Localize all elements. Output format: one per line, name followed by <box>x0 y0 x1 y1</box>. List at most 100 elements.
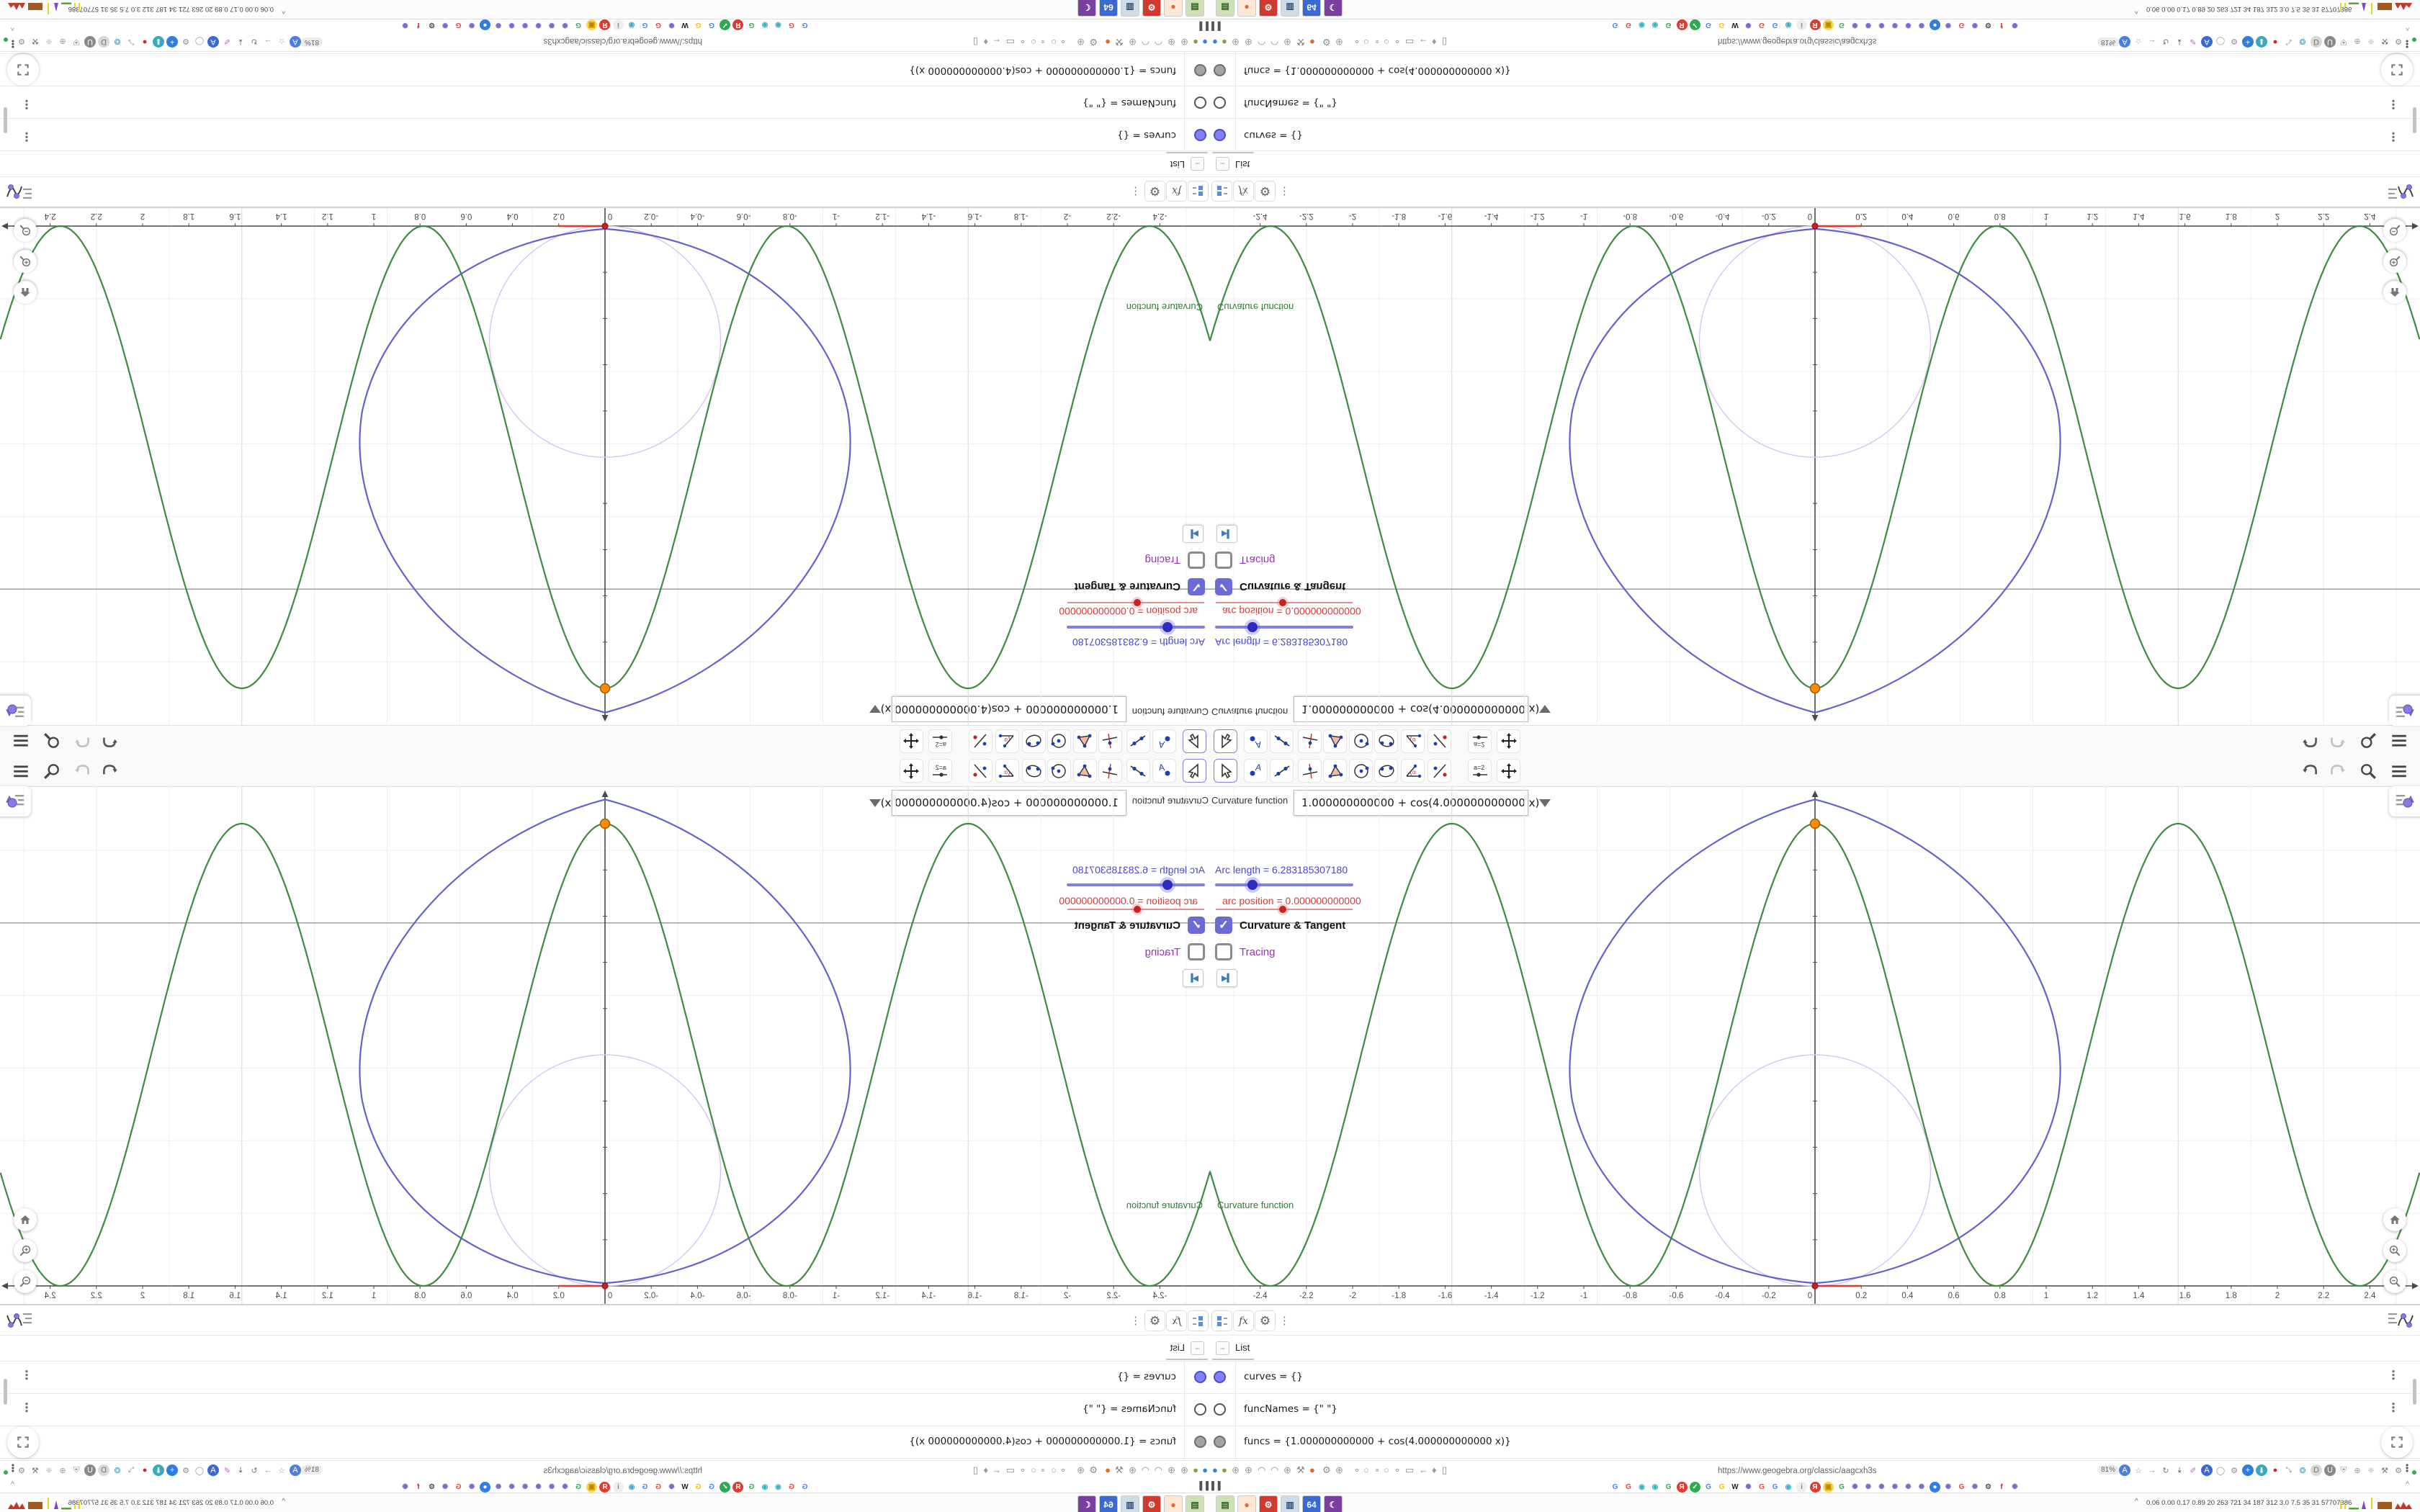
bookmark-favicon[interactable]: Я <box>1809 1482 1821 1493</box>
zoom-out-button[interactable] <box>2383 1270 2406 1293</box>
browser-extension-icon[interactable]: ● <box>139 36 151 48</box>
taskbar-app-icon[interactable]: ☾ <box>1077 0 1096 17</box>
browser-extension-icon[interactable]: ❈ <box>43 36 55 48</box>
toolbar-extension-icon[interactable]: ⊕ <box>1077 1464 1085 1476</box>
tree-view-button[interactable] <box>1188 1310 1209 1331</box>
bookmark-favicon[interactable]: W <box>1730 1482 1741 1493</box>
page-zoom-badge[interactable]: 81% <box>300 1465 323 1475</box>
browser-extension-icon[interactable]: ⚙ <box>2393 36 2404 48</box>
redo-button[interactable] <box>2328 732 2347 750</box>
tree-view-button[interactable] <box>1211 1310 1232 1331</box>
taskbar-app-icon[interactable]: ☾ <box>1077 1495 1096 1512</box>
browser-extension-icon[interactable]: ⤓ <box>2174 1464 2185 1476</box>
undo-button[interactable] <box>100 732 119 750</box>
bookmark-favicon[interactable]: ✺ <box>547 19 557 30</box>
bookmark-favicon[interactable]: ● <box>480 19 490 30</box>
bookmark-favicon[interactable]: ✺ <box>533 1482 544 1493</box>
bookmark-favicon[interactable]: G <box>453 1482 464 1493</box>
toolbar-extension-icon[interactable]: ← <box>992 1464 1001 1475</box>
tool-line-button[interactable] <box>1126 759 1150 783</box>
collapse-list-button[interactable]: − <box>1216 157 1229 171</box>
tool-polygon-button[interactable] <box>1323 759 1347 783</box>
visibility-toggle-1[interactable] <box>1194 129 1206 141</box>
bookmark-favicon[interactable]: G <box>1757 1482 1767 1493</box>
visibility-toggle-2[interactable] <box>1214 96 1226 109</box>
browser-extension-icon[interactable]: A <box>290 1464 301 1476</box>
browser-extension-icon[interactable]: ● <box>139 1464 151 1476</box>
browser-extension-icon[interactable]: ↻ <box>2160 1464 2172 1476</box>
taskbar-app-icon[interactable]: ▥ <box>1281 1495 1299 1512</box>
tool-ellipse-button[interactable] <box>1022 729 1046 753</box>
bookmark-favicon[interactable]: G <box>1623 1482 1634 1493</box>
row-kebab-menu[interactable]: • • • <box>2390 1399 2397 1416</box>
browser-extension-icon[interactable]: A <box>207 36 219 48</box>
tool-ellipse-button[interactable] <box>1374 729 1398 753</box>
bookmark-favicon[interactable]: Я <box>1676 1482 1688 1493</box>
toolbar-extension-icon[interactable]: ⊕ <box>1180 36 1188 48</box>
toolbar-extension-icon[interactable]: ◠ <box>1155 1464 1162 1476</box>
bookmark-favicon[interactable]: G <box>799 1482 810 1493</box>
taskbar-app-icon[interactable]: ▥ <box>1121 1495 1139 1512</box>
bookmark-favicon[interactable]: Я <box>599 1482 611 1493</box>
algebra-row-text[interactable]: curves = {} <box>1117 1371 1176 1382</box>
algebra-row-text[interactable]: funcNames = {" "} <box>1083 1403 1176 1415</box>
fullscreen-button[interactable] <box>7 54 39 86</box>
browser-extension-icon[interactable]: U <box>2324 36 2336 48</box>
taskbar-app-icon[interactable]: 64 <box>1099 0 1118 17</box>
browser-extension-icon[interactable]: ⛨ <box>71 36 82 48</box>
toolbar-extension-icon[interactable]: ∘ <box>1394 1464 1400 1476</box>
bookmark-favicon[interactable]: ✺ <box>560 1482 570 1493</box>
bookmark-favicon[interactable]: Я <box>1676 19 1688 30</box>
url-text[interactable]: https://www.geogebra.org/classic/aagcxh3… <box>1718 1467 1877 1475</box>
tool-perpendicular-line-button[interactable] <box>1298 759 1322 783</box>
algebra-scrollbar[interactable] <box>2413 1379 2416 1405</box>
toolbar-extension-icon[interactable]: ∘ <box>1374 36 1380 48</box>
browser-extension-icon[interactable]: ↻ <box>2160 36 2172 48</box>
bookmark-favicon[interactable]: G <box>1610 1482 1621 1493</box>
page-zoom-badge[interactable]: 81% <box>2097 1465 2120 1475</box>
toolbar-extension-icon[interactable]: ○ <box>1384 1464 1389 1475</box>
fx-button[interactable]: fx <box>1166 1310 1187 1331</box>
taskbar-app-icon[interactable]: ● <box>1164 1495 1183 1512</box>
toolbar-extension-icon[interactable]: ⊕ <box>1129 36 1137 48</box>
algebra-row-text[interactable]: funcNames = {" "} <box>1244 1403 1337 1415</box>
arc-length-slider[interactable] <box>1215 626 1353 629</box>
bookmarks-overflow-chevron[interactable]: ^ <box>11 1480 14 1489</box>
toolbar-extension-icon[interactable]: ○ <box>1363 1464 1369 1475</box>
browser-extension-icon[interactable]: A <box>2201 1464 2213 1476</box>
browser-extension-icon[interactable]: ⚒ <box>30 36 41 48</box>
bookmark-favicon[interactable]: ✺ <box>2009 1482 2020 1493</box>
browser-menu-kebab[interactable]: • • • <box>12 36 14 52</box>
browser-extension-icon[interactable]: + <box>166 36 178 48</box>
browser-extension-icon[interactable]: ✐ <box>221 1464 233 1476</box>
visibility-toggle-2[interactable] <box>1194 1403 1206 1416</box>
algebra-row-text[interactable]: curves = {} <box>1244 1371 1303 1382</box>
toolbar-extension-icon[interactable]: ○ <box>1031 1464 1036 1475</box>
taskbar-app-icon[interactable]: 64 <box>1302 0 1321 17</box>
bookmark-favicon[interactable]: ⚙ <box>426 1482 437 1493</box>
browser-extension-icon[interactable]: A <box>2201 36 2213 48</box>
browser-extension-icon[interactable]: ⤓ <box>2174 36 2185 48</box>
tool-point-button[interactable]: A <box>1244 729 1268 753</box>
toolbar-extension-icon[interactable]: ○ <box>1363 37 1369 48</box>
tool-move-button[interactable] <box>1183 759 1206 783</box>
tray-chevron[interactable]: ^ <box>282 1498 285 1506</box>
browser-extension-icon[interactable]: ❈ <box>2365 36 2377 48</box>
browser-extension-icon[interactable]: A <box>290 36 301 48</box>
browser-extension-icon[interactable]: → <box>262 36 274 48</box>
tool-perpendicular-line-button[interactable] <box>1098 729 1122 753</box>
bookmark-favicon[interactable]: ◉ <box>1650 1482 1661 1493</box>
tool-line-button[interactable] <box>1126 729 1150 753</box>
toolbar-extension-icon[interactable]: ◠ <box>1142 1464 1150 1476</box>
tree-view-button[interactable] <box>1211 181 1232 202</box>
browser-extension-icon[interactable]: → <box>2146 1464 2158 1476</box>
browser-extension-icon[interactable]: ⚙ <box>16 36 27 48</box>
browser-extension-icon[interactable]: ⚙ <box>180 36 192 48</box>
undo-button[interactable] <box>2301 732 2320 750</box>
toolbar-extension-icon[interactable]: ○ <box>1031 37 1036 48</box>
bookmark-favicon[interactable]: ✺ <box>467 19 478 30</box>
toolbar-extension-icon[interactable]: ○ <box>1051 37 1057 48</box>
toolbar-extension-icon[interactable]: ▭ <box>1006 1464 1015 1476</box>
browser-extension-icon[interactable]: ✐ <box>2187 36 2199 48</box>
algebra-stylebar-button[interactable] <box>2388 179 2416 201</box>
